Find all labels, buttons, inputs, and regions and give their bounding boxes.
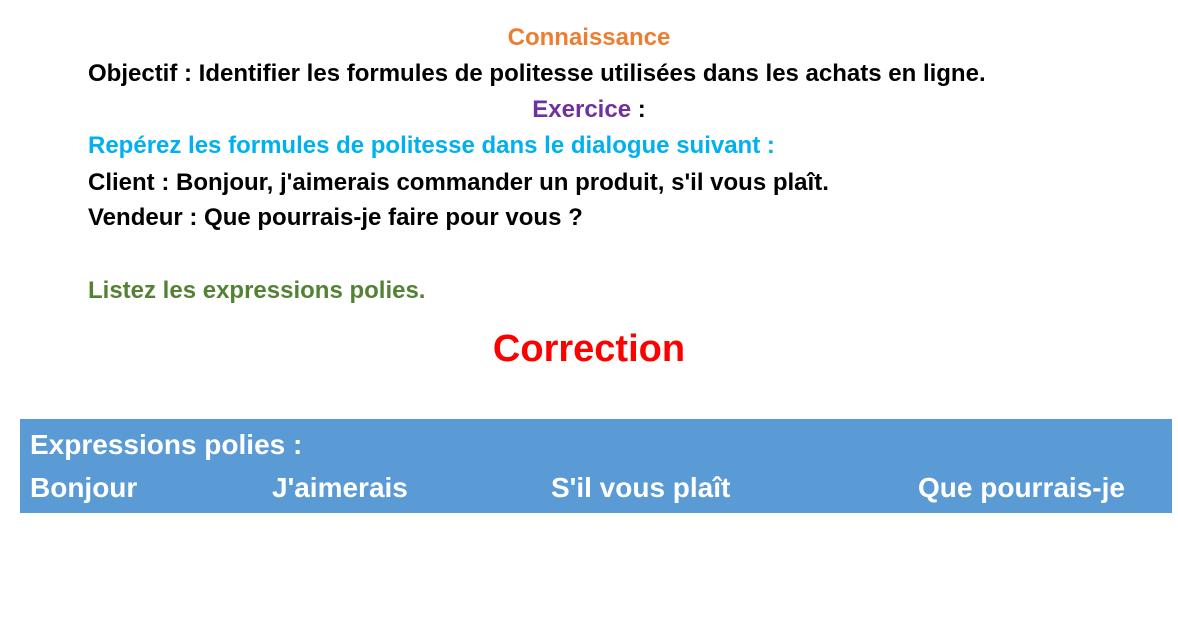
exercise-label: Exercice	[532, 96, 632, 123]
task-text: Listez les expressions polies.	[88, 277, 426, 304]
expression-item: Bonjour	[30, 472, 138, 503]
expression-item: J'aimerais	[272, 472, 408, 503]
correction-title: Correction	[492, 328, 686, 370]
dialogue-client-line: Client : Bonjour, j'aimerais commander u…	[88, 169, 829, 196]
answer-box: Expressions polies : Bonjour J'aimerais …	[20, 419, 1172, 513]
answer-box-title: Expressions polies :	[30, 429, 303, 460]
section-heading: Connaissance	[507, 24, 671, 51]
expression-item: Que pourrais-je	[918, 472, 1125, 503]
dialogue-vendeur-line: Vendeur : Que pourrais-je faire pour vou…	[88, 204, 583, 231]
objective-text: Objectif : Identifier les formules de po…	[88, 60, 986, 87]
exercise-suffix: :	[631, 96, 646, 123]
instruction-text: Repérez les formules de politesse dans l…	[88, 132, 775, 159]
exercise-heading: Exercice :	[0, 96, 1178, 124]
expression-item: S'il vous plaît	[551, 472, 731, 503]
